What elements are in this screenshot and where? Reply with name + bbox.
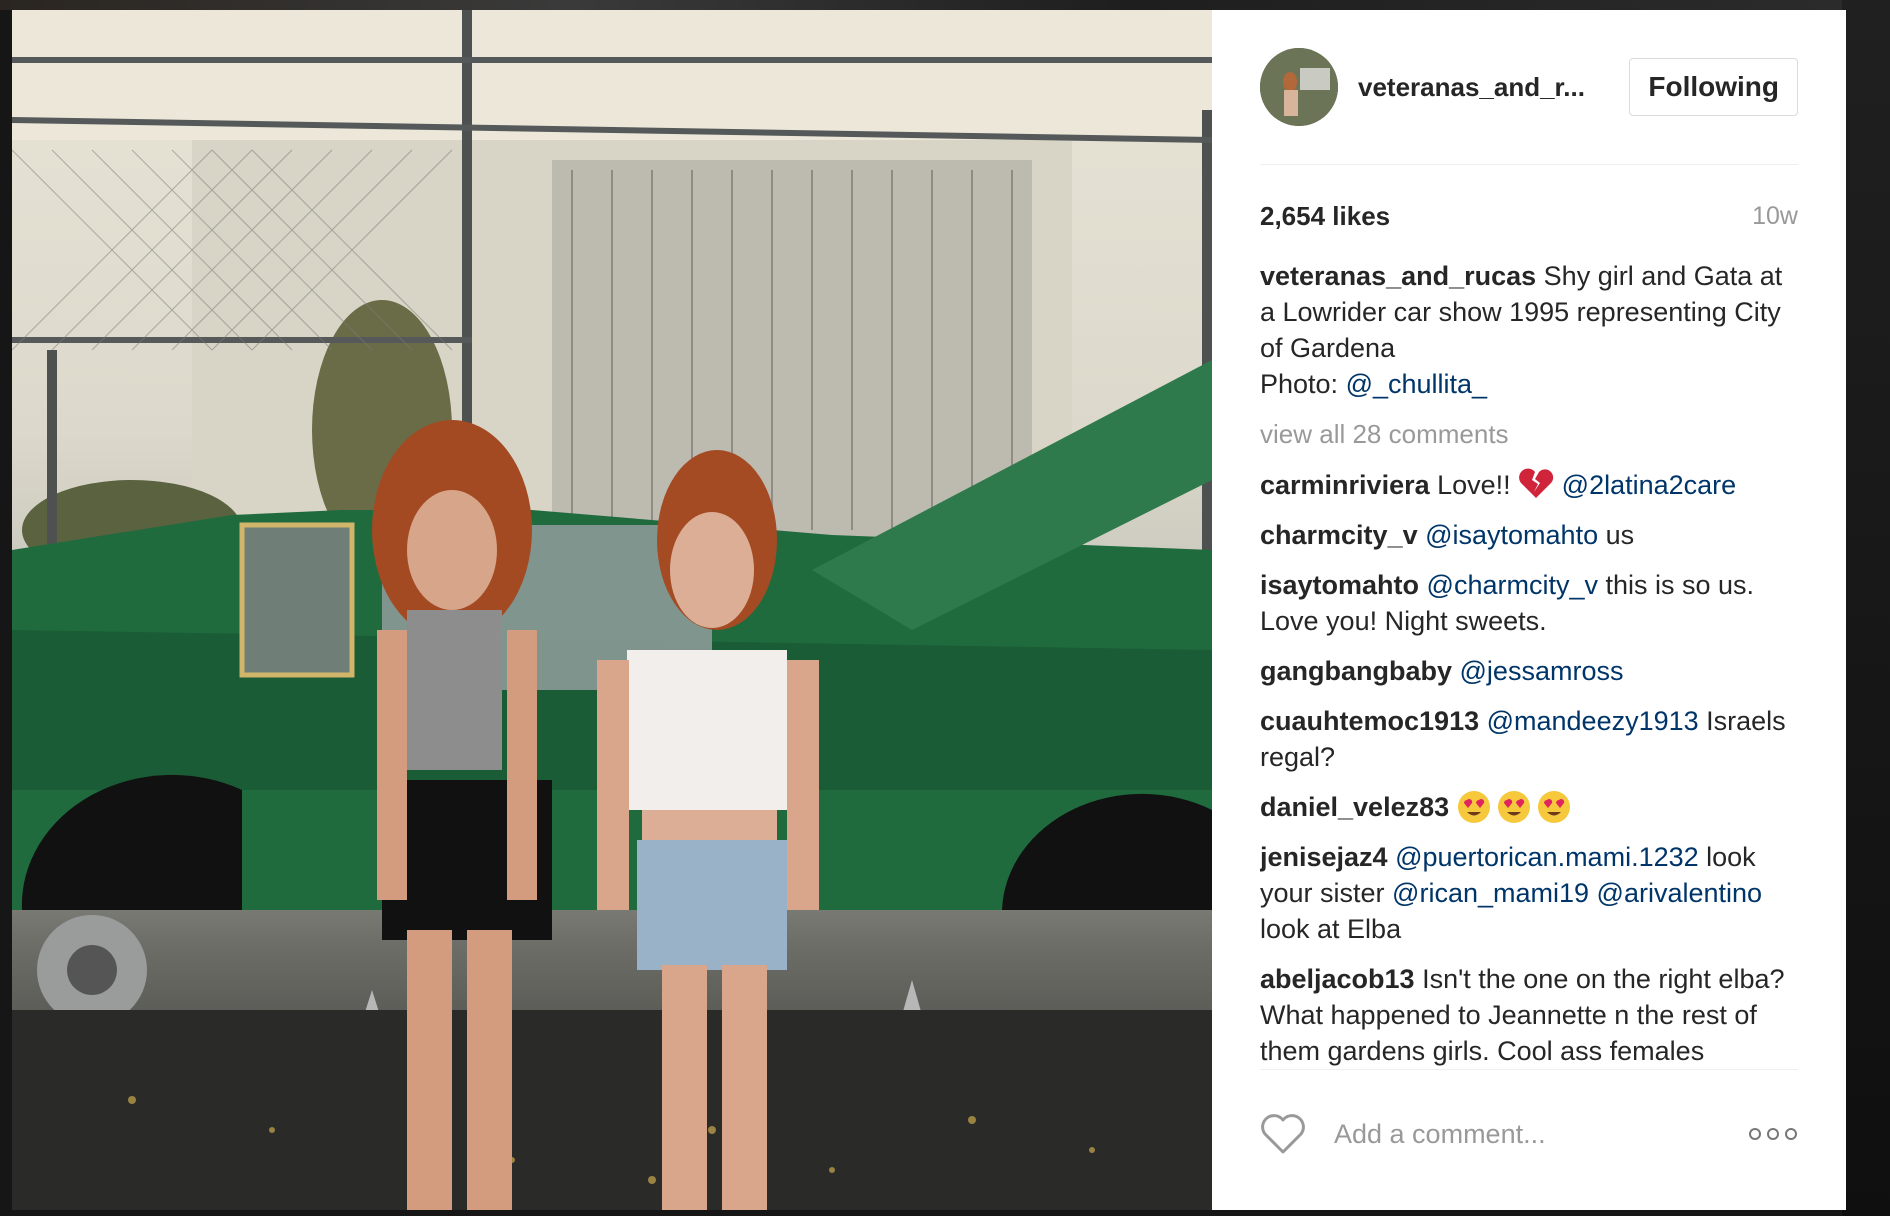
comment-item: cuauhtemoc1913 @mandeezy1913 Israels reg… bbox=[1260, 703, 1798, 775]
view-all-comments-link[interactable]: view all 28 comments bbox=[1260, 416, 1798, 452]
comment-item: daniel_velez83 bbox=[1260, 789, 1798, 825]
comment-mention[interactable]: @charmcity_v bbox=[1419, 570, 1598, 600]
post-photo[interactable] bbox=[12, 10, 1212, 1210]
comment-text: Love!! bbox=[1429, 470, 1519, 500]
heart-eyes-emoji-icon bbox=[1497, 791, 1530, 823]
comment-username[interactable]: jenisejaz4 bbox=[1260, 842, 1388, 872]
post-dialog: veteranas_and_r... Following 2,654 likes… bbox=[12, 10, 1846, 1210]
photo-illustration bbox=[12, 10, 1212, 1210]
comment-mention[interactable]: @arivalentino bbox=[1589, 878, 1763, 908]
comment-mention[interactable]: @puertorican.mami.1232 bbox=[1388, 842, 1699, 872]
heart-eyes-emoji-icon bbox=[1457, 791, 1490, 823]
following-button[interactable]: Following bbox=[1629, 58, 1798, 116]
comments-list[interactable]: veteranas_and_rucas Shy girl and Gata at… bbox=[1260, 258, 1798, 1070]
comment-item: carminriviera Love!! @2latina2care bbox=[1260, 466, 1798, 503]
comment-text: us bbox=[1598, 520, 1635, 550]
backdrop bbox=[0, 0, 1890, 10]
caption-photo-credit: Photo: bbox=[1260, 369, 1346, 399]
caption-photo-mention[interactable]: @_chullita_ bbox=[1346, 369, 1488, 399]
comment-username[interactable]: isaytomahto bbox=[1260, 570, 1419, 600]
comment-item: gangbangbaby @jessamross bbox=[1260, 653, 1798, 689]
stats-row: 2,654 likes 10w bbox=[1260, 201, 1798, 232]
avatar[interactable] bbox=[1260, 48, 1338, 126]
username-link[interactable]: veteranas_and_r... bbox=[1358, 72, 1585, 103]
likes-count[interactable]: 2,654 likes bbox=[1260, 201, 1390, 232]
comment-bar bbox=[1260, 1104, 1798, 1164]
caption: veteranas_and_rucas Shy girl and Gata at… bbox=[1260, 258, 1798, 402]
comment-username[interactable]: charmcity_v bbox=[1260, 520, 1418, 550]
broken-heart-emoji-icon bbox=[1519, 468, 1554, 498]
heart-eyes-emoji-icon bbox=[1537, 791, 1570, 823]
comment-username[interactable]: abeljacob13 bbox=[1260, 964, 1415, 994]
comment-mention[interactable]: @rican_mami19 bbox=[1392, 878, 1589, 908]
side-panel: veteranas_and_r... Following 2,654 likes… bbox=[1212, 10, 1846, 1210]
post-header: veteranas_and_r... Following bbox=[1260, 10, 1798, 165]
comment-mention[interactable]: @jessamross bbox=[1452, 656, 1624, 686]
comment-username[interactable]: gangbangbaby bbox=[1260, 656, 1452, 686]
caption-username[interactable]: veteranas_and_rucas bbox=[1260, 261, 1536, 291]
comment-text: look at Elba bbox=[1260, 914, 1402, 944]
comment-item: charmcity_v @isaytomahto us bbox=[1260, 517, 1798, 553]
post-age[interactable]: 10w bbox=[1752, 202, 1798, 231]
comment-username[interactable]: daniel_velez83 bbox=[1260, 792, 1449, 822]
heart-icon[interactable] bbox=[1260, 1113, 1306, 1155]
comment-mention[interactable]: @2latina2care bbox=[1554, 470, 1737, 500]
backdrop-right-edge bbox=[1842, 0, 1890, 1216]
comment-mention[interactable]: @mandeezy1913 bbox=[1479, 706, 1699, 736]
comment-username[interactable]: cuauhtemoc1913 bbox=[1260, 706, 1479, 736]
add-comment-input[interactable] bbox=[1332, 1117, 1748, 1151]
more-options-icon[interactable] bbox=[1748, 1127, 1798, 1141]
comment-item: jenisejaz4 @puertorican.mami.1232 look y… bbox=[1260, 839, 1798, 947]
comment-item: isaytomahto @charmcity_v this is so us. … bbox=[1260, 567, 1798, 639]
comment-username[interactable]: carminriviera bbox=[1260, 470, 1430, 500]
avatar-image bbox=[1260, 48, 1338, 126]
comment-item: abeljacob13 Isn't the one on the right e… bbox=[1260, 961, 1798, 1069]
comment-mention[interactable]: @isaytomahto bbox=[1418, 520, 1598, 550]
